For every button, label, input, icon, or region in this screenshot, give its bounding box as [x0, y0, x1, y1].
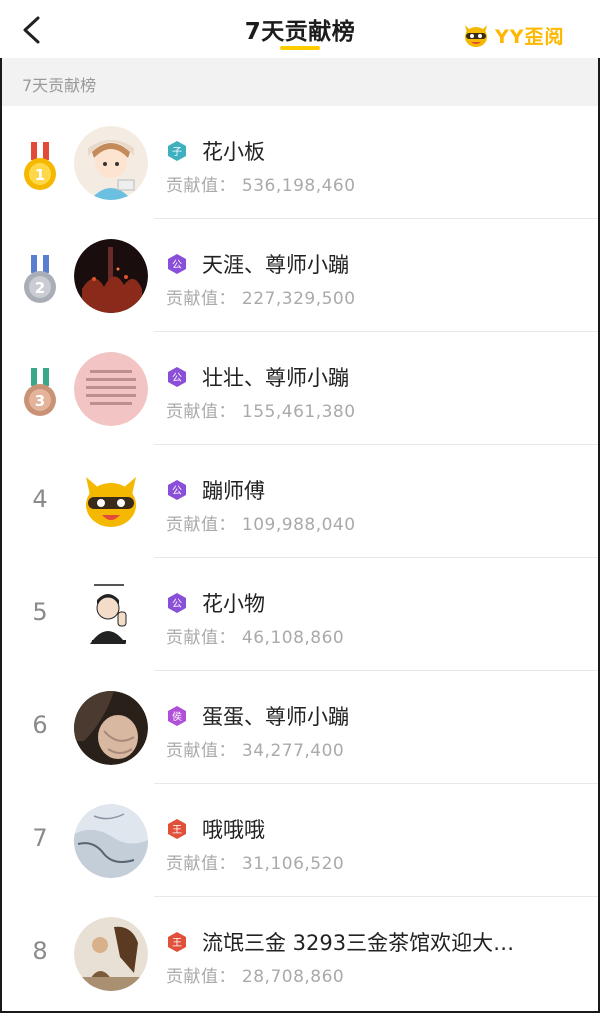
svg-text:公: 公: [172, 373, 182, 384]
contribution-value: 贡献值： 155,461,380: [166, 402, 356, 422]
avatar[interactable]: [74, 465, 148, 539]
level-badge-icon: 公: [168, 367, 186, 387]
list-item[interactable]: 2 公 天涯、尊师小蹦 贡献值： 227,329,500: [2, 219, 598, 332]
svg-text:1: 1: [35, 166, 45, 184]
rank-number: 6: [32, 711, 48, 739]
contribution-value: 贡献值： 109,988,040: [166, 515, 356, 535]
user-name: 壮壮、尊师小蹦: [202, 366, 349, 390]
brand-logo: YY歪阅: [462, 20, 565, 50]
user-name: 天涯、尊师小蹦: [202, 253, 349, 277]
list-item[interactable]: 5 公 花小物 贡献值： 46,108,860: [2, 558, 598, 671]
svg-text:2: 2: [35, 279, 45, 297]
svg-text:公: 公: [172, 599, 182, 610]
header: 7天贡献榜 YY歪阅: [0, 0, 600, 58]
contribution-value: 贡献值： 31,106,520: [166, 854, 345, 874]
list-item[interactable]: 7 王 哦哦哦 贡献值： 31,106,520: [2, 784, 598, 897]
svg-text:公: 公: [172, 260, 182, 271]
contribution-value: 贡献值： 536,198,460: [166, 176, 356, 196]
level-badge-icon: 王: [168, 932, 186, 952]
brand-text: YY歪阅: [495, 25, 565, 48]
user-name: 流氓三金 3293三金茶馆欢迎大…: [202, 931, 515, 955]
svg-text:子: 子: [172, 146, 182, 158]
svg-text:王: 王: [172, 938, 182, 949]
avatar[interactable]: [74, 578, 148, 652]
svg-text:王: 王: [172, 825, 182, 836]
svg-text:侯: 侯: [172, 710, 182, 723]
gold-medal-icon: 1: [24, 142, 56, 190]
level-badge-icon: 公: [168, 593, 186, 613]
section-header: 7天贡献榜: [2, 58, 598, 106]
rank-number: 8: [32, 937, 48, 965]
contribution-value: 贡献值： 46,108,860: [166, 628, 345, 648]
list-item[interactable]: 4 公 蹦师傅 贡献值： 109,988,040: [2, 445, 598, 558]
avatar[interactable]: [74, 239, 148, 313]
rank-number: 4: [32, 485, 48, 513]
avatar[interactable]: [74, 804, 148, 878]
user-name: 花小板: [202, 140, 265, 164]
avatar[interactable]: [74, 917, 148, 991]
avatar[interactable]: [74, 691, 148, 765]
contribution-value: 贡献值： 227,329,500: [166, 289, 356, 309]
mascot-icon: [465, 25, 487, 47]
contribution-value: 贡献值： 28,708,860: [166, 967, 345, 987]
list-item[interactable]: 8 王 流氓三金 3293三金茶馆欢迎大… 贡献值： 28,708,860: [2, 897, 598, 1010]
title-underline: [280, 46, 320, 50]
contribution-value: 贡献值： 34,277,400: [166, 741, 345, 761]
leaderboard-list: 1 子 花小板 贡献值： 536,198,460 2 公 天涯、尊师小蹦 贡献值…: [2, 106, 598, 1010]
user-name: 花小物: [202, 592, 265, 616]
user-name: 哦哦哦: [202, 818, 265, 842]
svg-text:公: 公: [172, 486, 182, 497]
silver-medal-icon: 2: [24, 255, 56, 303]
list-item[interactable]: 1 子 花小板 贡献值： 536,198,460: [2, 106, 598, 219]
user-name: 蹦师傅: [202, 479, 265, 503]
avatar[interactable]: [74, 126, 148, 200]
user-name: 蛋蛋、尊师小蹦: [202, 705, 349, 729]
level-badge-icon: 公: [168, 254, 186, 274]
level-badge-icon: 侯: [168, 706, 186, 726]
rank-number: 5: [32, 598, 48, 626]
avatar[interactable]: [74, 352, 148, 426]
list-item[interactable]: 3 公 壮壮、尊师小蹦 贡献值： 155,461,380: [2, 332, 598, 445]
level-badge-icon: 子: [168, 141, 186, 161]
section-label: 7天贡献榜: [22, 76, 97, 95]
rank-number: 7: [32, 824, 48, 852]
list-item[interactable]: 6 侯 蛋蛋、尊师小蹦 贡献值： 34,277,400: [2, 671, 598, 784]
svg-text:3: 3: [35, 392, 45, 410]
level-badge-icon: 公: [168, 480, 186, 500]
bronze-medal-icon: 3: [24, 368, 56, 416]
level-badge-icon: 王: [168, 819, 186, 839]
